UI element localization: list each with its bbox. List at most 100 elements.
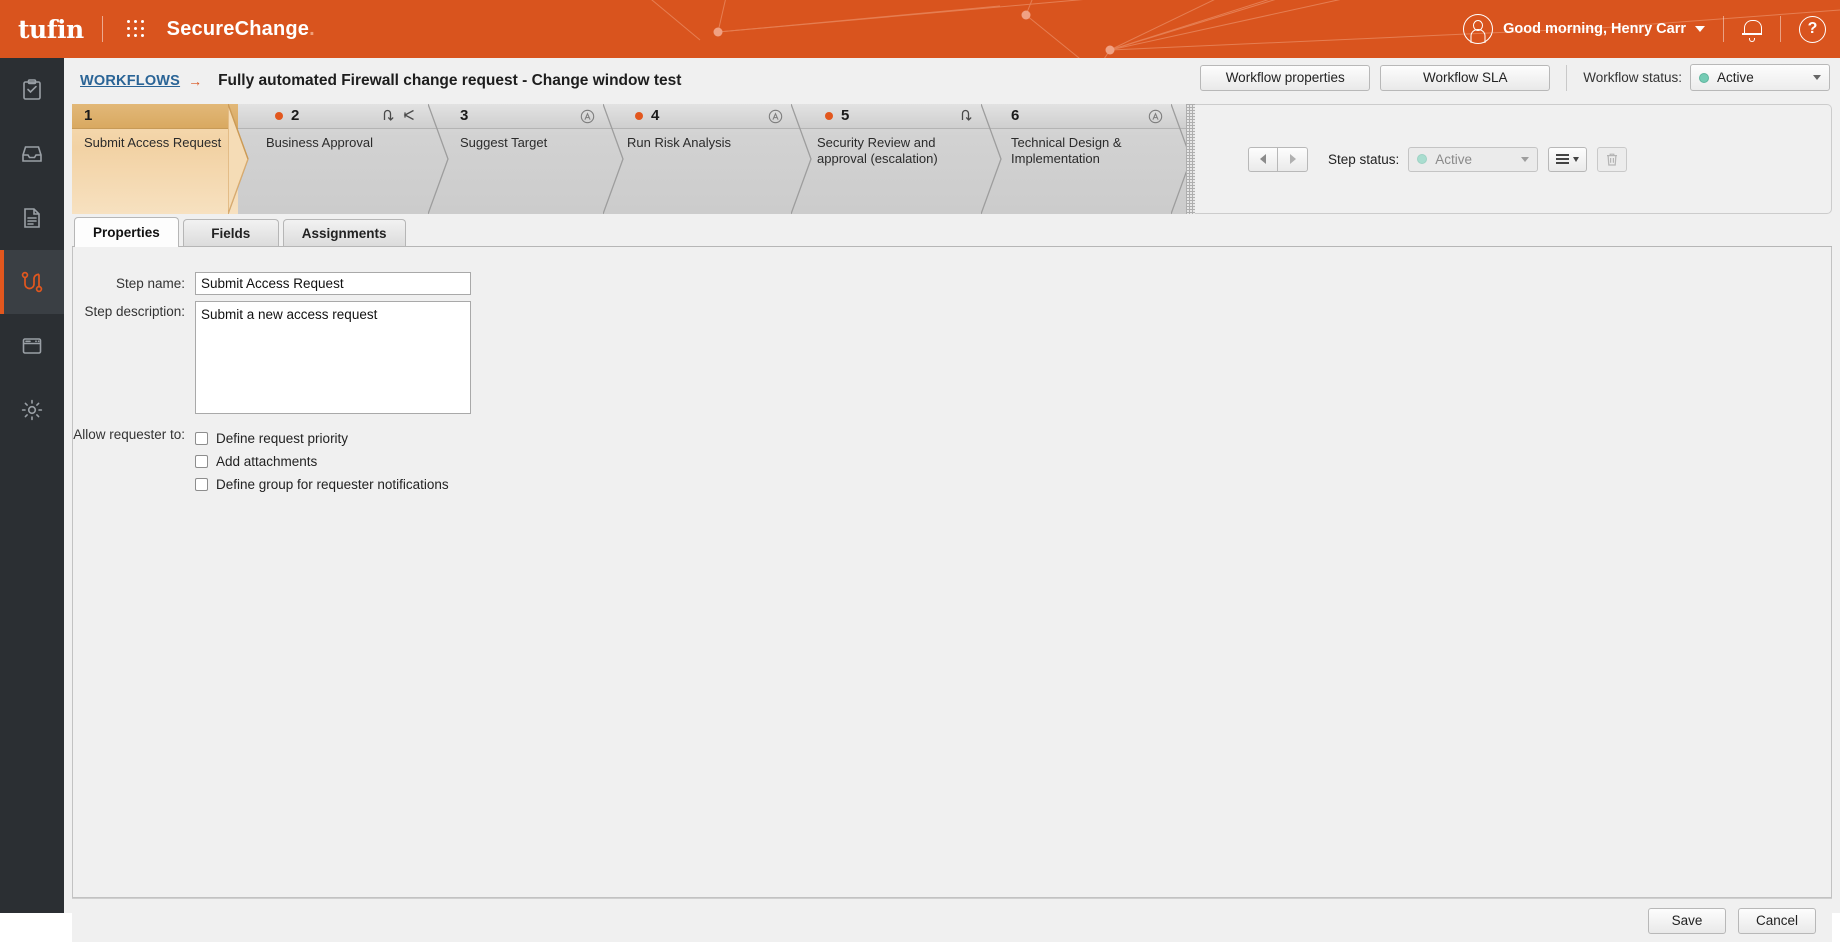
workflow-step-5[interactable]: 5 Security Review and approval (escalati… [801,104,991,214]
sidebar-item-workflows[interactable] [0,250,64,314]
workflow-sla-button[interactable]: Workflow SLA [1380,64,1551,91]
workflow-path-icon [21,271,43,293]
sidebar-item-reports[interactable] [0,186,64,250]
auto-assign-icon [768,109,783,124]
step-control-panel: Step status: Active [1195,104,1832,214]
step-label: Submit Access Request [84,135,222,150]
allow-requester-row: Allow requester to: Define request prior… [73,427,449,495]
tab-strip: Properties Fields Assignments [72,217,1832,247]
document-lines-icon [24,208,40,228]
checkbox-add-attachments[interactable]: Add attachments [195,450,449,472]
workflow-step-1[interactable]: 1 Submit Access Request [72,104,238,214]
step-icon-group [960,108,975,122]
top-header-bar: tufin SecureChange. Good morning, Henry … [0,0,1840,58]
properties-form: Step name: Step description: Allow reque… [72,247,1832,898]
sidebar-item-settings[interactable] [0,378,64,442]
header-action-divider [1566,64,1568,91]
next-step-button[interactable] [1278,146,1308,172]
delete-step-button[interactable] [1597,146,1628,172]
checkbox-define-group-notifications[interactable]: Define group for requester notifications [195,473,449,495]
step-red-dot-icon [275,112,283,120]
workflow-step-strip: 1 Submit Access Request 2 Business Appro… [72,104,1832,214]
auto-assign-icon [1148,109,1163,124]
chevron-down-icon [1813,75,1821,80]
step-number: 2 [291,107,300,124]
step-menu-button[interactable] [1548,146,1588,172]
chevron-down-icon [1521,156,1530,162]
step-description-row: Step description: [73,301,471,414]
step-label: Business Approval [266,135,373,150]
inbox-tray-icon [22,146,42,162]
apps-grid-icon[interactable] [119,19,153,39]
workflow-status-label: Workflow status: [1583,70,1682,85]
tab-assignments[interactable]: Assignments [282,219,406,246]
step-label: Security Review and approval (escalation… [817,135,938,166]
step-status-select[interactable]: Active [1408,146,1539,172]
breadcrumb-arrow-icon: → [188,72,203,89]
workflow-step-6[interactable]: 6 Technical Design & Implementation [991,104,1181,214]
browser-window-icon [22,338,42,354]
checkbox-box-icon[interactable] [195,477,208,491]
step-red-dot-icon [635,112,643,120]
step-icon-group [1148,109,1163,124]
notification-bell-icon[interactable] [1742,18,1762,42]
tab-properties[interactable]: Properties [74,217,179,247]
step-header [72,104,238,129]
arrow-right-icon [1289,154,1296,164]
page-title: Fully automated Firewall change request … [218,71,682,89]
help-question-icon[interactable]: ? [1799,15,1826,43]
header-action-group: Workflow properties Workflow SLA Workflo… [1200,64,1830,91]
panel-resize-handle[interactable] [1186,104,1195,214]
workflow-steps-panel: 1 Submit Access Request 2 Business Appro… [72,104,1186,214]
workflow-step-2[interactable]: 2 Business Approval [238,104,438,214]
form-footer: Save Cancel [72,898,1832,942]
clipboard-check-icon [23,79,41,100]
step-number: 4 [651,107,660,124]
arrow-left-icon [1260,154,1266,164]
header-right-controls: Good morning, Henry Carr ? [1463,0,1826,58]
checkbox-label: Define group for requester notifications [216,476,449,492]
step-number: 1 [84,107,93,124]
sidebar-item-applications[interactable] [0,314,64,378]
workflow-status-value: Active [1717,70,1754,85]
user-avatar-icon[interactable] [1463,14,1494,44]
hamburger-menu-icon [1556,154,1570,164]
step-name-input[interactable] [195,272,471,295]
header-divider-2 [1780,16,1781,42]
tufin-logo[interactable]: tufin [18,15,102,44]
workflow-step-4[interactable]: 4 Run Risk Analysis [613,104,801,214]
cancel-button[interactable]: Cancel [1738,907,1816,934]
prev-step-button[interactable] [1248,146,1278,172]
app-title-dot: . [309,17,315,40]
step-number: 5 [841,107,850,124]
step-detail-card: Properties Fields Assignments Step name:… [72,217,1832,898]
checkbox-define-request-priority[interactable]: Define request priority [195,427,449,449]
step-description-textarea[interactable] [195,301,471,414]
save-button[interactable]: Save [1648,907,1726,934]
step-red-dot-icon [825,112,833,120]
workflow-status-select[interactable]: Active [1690,64,1830,91]
chevron-down-icon[interactable] [1695,26,1705,32]
chevron-down-icon [1573,156,1580,162]
checkbox-box-icon[interactable] [195,454,208,468]
step-number: 6 [1011,107,1020,124]
checkbox-box-icon[interactable] [195,431,208,445]
sidebar-item-requests[interactable] [0,122,64,186]
tab-fields[interactable]: Fields [182,219,279,246]
greeting-text[interactable]: Good morning, Henry Carr [1503,21,1686,37]
step-name-label: Step name: [115,276,185,291]
workflow-step-3[interactable]: 3 Suggest Target [438,104,613,214]
left-sidebar [0,58,64,913]
step-status-value: Active [1435,151,1473,167]
brand-area: tufin SecureChange. [18,0,315,58]
breadcrumb-row: WORKFLOWS → Fully automated Firewall cha… [64,58,1840,103]
workflow-properties-button[interactable]: Workflow properties [1200,64,1371,91]
step-name-row: Step name: [73,272,471,295]
breadcrumb-parent-link[interactable]: WORKFLOWS [80,73,180,89]
step-icon-group [382,108,416,122]
checkbox-label: Add attachments [216,453,318,469]
allow-requester-label: Allow requester to: [73,427,185,442]
step-description-label: Step description: [84,304,185,319]
trash-icon [1607,153,1618,166]
sidebar-item-tasks[interactable] [0,58,64,122]
